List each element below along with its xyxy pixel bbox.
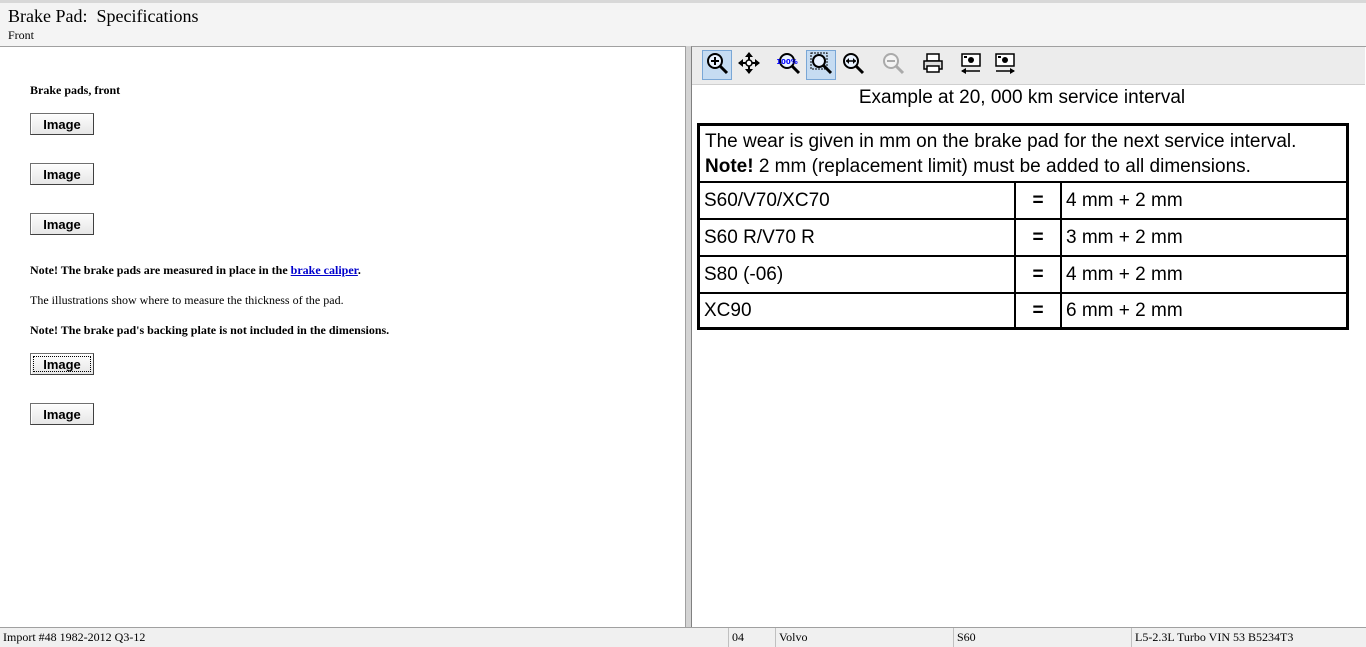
image-button-2[interactable]: Image — [30, 163, 94, 185]
svg-text:100%: 100% — [777, 58, 798, 66]
previous-image-button[interactable] — [956, 50, 986, 80]
previous-image-icon — [959, 51, 983, 80]
zoom-in-icon — [705, 51, 729, 80]
equals-cell: = — [1016, 257, 1062, 292]
status-make: Volvo — [775, 628, 951, 647]
value-cell: 3 mm + 2 mm — [1066, 226, 1183, 248]
model-cell: S60 R/V70 R — [700, 220, 1016, 255]
page-subtitle: Front — [8, 28, 35, 42]
print-icon — [921, 51, 945, 80]
image-viewer-pane: 100% Example at 20, 000 km service inter… — [691, 46, 1366, 627]
status-engine: L5-2.3L Turbo VIN 53 B5234T3 — [1131, 628, 1365, 647]
zoom-in-button[interactable] — [702, 50, 732, 80]
zoom-fit-icon — [809, 51, 833, 80]
table-row: S60/V70/XC70 = 4 mm + 2 mm — [700, 183, 1346, 220]
viewer-toolbar: 100% — [692, 47, 1365, 85]
note-text: 2 mm (replacement limit) must be added t… — [753, 156, 1251, 177]
status-import: Import #48 1982-2012 Q3-12 — [3, 630, 146, 644]
note-backing-plate: Note! The brake pad's backing plate is n… — [30, 323, 390, 337]
value-cell: 6 mm + 2 mm — [1066, 299, 1183, 321]
image-button-5[interactable]: Image — [30, 403, 94, 425]
equals-cell: = — [1016, 220, 1062, 255]
image-button-4[interactable]: Image — [30, 353, 94, 375]
note-caliper-text: Note! The brake pads are measured in pla… — [30, 263, 291, 277]
print-button[interactable] — [918, 50, 948, 80]
zoom-out-button[interactable] — [878, 50, 908, 80]
procedure-pane: Brake pads, front Image Image Image Note… — [0, 46, 686, 627]
equals-cell: = — [1016, 294, 1062, 327]
zoom-width-button[interactable] — [838, 50, 868, 80]
next-image-button[interactable] — [990, 50, 1020, 80]
note-caliper: Note! The brake pads are measured in pla… — [30, 263, 361, 278]
zoom-out-icon — [881, 51, 905, 80]
title-bar: Brake Pad: Specifications Front — [0, 0, 1366, 46]
spec-intro-note: Note! 2 mm (replacement limit) must be a… — [705, 154, 1341, 179]
table-row: S80 (-06) = 4 mm + 2 mm — [700, 257, 1346, 294]
model-cell: XC90 — [700, 294, 1016, 327]
note-caliper-suffix: . — [357, 263, 361, 277]
wear-spec-table: The wear is given in mm on the brake pad… — [697, 123, 1349, 330]
spec-intro-line: The wear is given in mm on the brake pad… — [705, 131, 1297, 152]
model-cell: S80 (-06) — [700, 257, 1016, 292]
note-label: Note! — [705, 156, 754, 177]
zoom-100-icon: 100% — [776, 51, 801, 80]
equals-cell: = — [1016, 183, 1062, 218]
value-cell: 4 mm + 2 mm — [1066, 263, 1183, 285]
table-row: S60 R/V70 R = 3 mm + 2 mm — [700, 220, 1346, 257]
page-title: Brake Pad: Specifications — [8, 6, 199, 26]
section-heading: Brake pads, front — [30, 83, 121, 97]
illustration-text: The illustrations show where to measure … — [30, 293, 344, 307]
image-button-1[interactable]: Image — [30, 113, 94, 135]
image-caption: Example at 20, 000 km service interval — [858, 87, 1186, 108]
image-button-3[interactable]: Image — [30, 213, 94, 235]
status-model: S60 — [953, 628, 1129, 647]
value-cell: 4 mm + 2 mm — [1066, 189, 1183, 211]
spec-intro: The wear is given in mm on the brake pad… — [700, 126, 1346, 183]
model-cell: S60/V70/XC70 — [700, 183, 1016, 218]
pan-icon — [737, 51, 761, 80]
status-year: 04 — [728, 628, 774, 647]
brake-caliper-link[interactable]: brake caliper — [291, 263, 358, 277]
next-image-icon — [993, 51, 1017, 80]
zoom-fit-button[interactable] — [806, 50, 836, 80]
status-bar: Import #48 1982-2012 Q3-12 04 Volvo S60 … — [0, 627, 1366, 647]
table-row: XC90 = 6 mm + 2 mm — [700, 294, 1346, 327]
zoom-100-button[interactable]: 100% — [774, 50, 804, 80]
zoom-width-icon — [841, 51, 865, 80]
pan-button[interactable] — [734, 50, 764, 80]
